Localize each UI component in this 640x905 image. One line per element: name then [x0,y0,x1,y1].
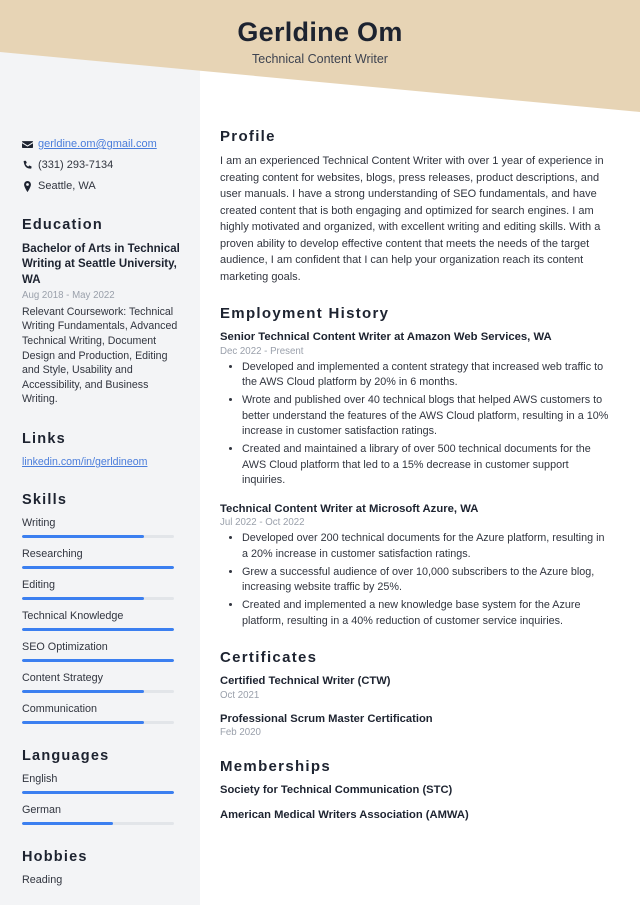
skill-bar-track [22,720,174,724]
job-bullet: Developed over 200 technical documents f… [242,531,612,562]
skill-label: Communication [22,702,98,715]
skill-bar-track [22,689,174,693]
links-heading: Links [22,431,66,448]
employment-section: Employment History Senior Technical Cont… [220,305,612,629]
job-date: Dec 2022 - Present [220,345,304,357]
map-pin-icon [22,180,38,192]
skill-bar-fill [22,596,144,600]
job-bullet-list: Developed and implemented a content stra… [220,360,612,489]
skill-bar-fill [22,689,144,693]
education-description: Relevant Coursework: Technical Writing F… [22,305,178,406]
certificate-date: Feb 2020 [220,727,261,739]
skill-bar-track [22,658,174,662]
skill-bar-fill [22,658,174,662]
languages-heading: Languages [22,747,110,764]
job-title: Technical Content Writer at Microsoft Az… [220,502,479,515]
skill-label: Editing [22,578,56,591]
certificate-date: Oct 2021 [220,689,260,701]
skills-list: Writing Researching Editing Technical Knowl… [22,517,186,724]
certificate-entry: Certified Technical Writer (CTW) Oct 2021 [220,674,612,701]
skill-bar-track [22,627,174,631]
job-bullet: Grew a successful audience of over 10,00… [242,565,612,596]
job-bullet: Created and implemented a new knowledge … [242,598,612,629]
job-bullet: Wrote and published over 40 technical bl… [242,393,612,440]
contact-row: Seattle, WA [22,180,186,194]
memberships-section: Memberships Society for Technical Commun… [220,758,612,822]
skill-label: Writing [22,517,56,530]
skill-bar-track [22,790,174,794]
skill-bar-track [22,534,174,538]
skill-bar-fill [22,720,144,724]
profile-heading: Profile [220,128,276,145]
education-heading: Education [22,217,103,234]
education-title: Bachelor of Arts in Technical Writing at… [22,243,180,286]
hobby-item: Reading [22,873,63,886]
skill-label: Researching [22,547,83,560]
skill-label: Content Strategy [22,671,104,684]
job-bullet-list: Developed over 200 technical documents f… [220,531,612,629]
certificates-list: Certified Technical Writer (CTW) Oct 2021… [220,674,612,738]
phone-icon [22,160,38,171]
contact-value[interactable]: gerldine.om@gmail.com [38,138,157,152]
languages-list: English German [22,773,186,825]
job-entry: Technical Content Writer at Microsoft Az… [220,502,612,630]
education-entry: Bachelor of Arts in Technical Writing at… [22,242,186,407]
main-column: Profile I am an experienced Technical Co… [200,0,640,843]
skill-item: German [22,804,186,825]
skill-label: English [22,772,58,785]
skill-bar-track [22,821,174,825]
skill-item: Technical Knowledge [22,610,186,631]
membership-item: Society for Technical Communication (STC… [220,784,453,797]
hobbies-list: Reading [22,874,186,886]
skill-item: English [22,773,186,794]
contact-value: Seattle, WA [38,179,96,192]
certificates-heading: Certificates [220,649,318,667]
job-title: Senior Technical Content Writer at Amazo… [220,331,552,343]
membership-item: American Medical Writers Association (AM… [220,809,469,821]
job-entry: Senior Technical Content Writer at Amazo… [220,330,612,489]
skill-label: German [22,803,62,816]
job-date: Jul 2022 - Oct 2022 [220,517,305,529]
education-date: Aug 2018 - May 2022 [22,289,115,301]
sidebar: gerldine.om@gmail.com (331) 293-7134 Seatt… [0,0,200,893]
contact-list: gerldine.om@gmail.com (331) 293-7134 Seatt… [22,138,186,193]
skill-item: Editing [22,579,186,600]
skill-item: Writing [22,517,186,538]
skill-item: SEO Optimization [22,641,186,662]
contact-row: (331) 293-7134 [22,159,186,173]
resume-page: Gerldine Om Technical Content Writer ger… [0,0,640,905]
skill-label: Technical Knowledge [22,609,124,622]
education-list: Bachelor of Arts in Technical Writing at… [22,242,186,407]
employment-heading: Employment History [220,305,390,322]
employment-list: Senior Technical Content Writer at Amazo… [220,330,612,629]
skill-bar-track [22,565,174,569]
job-bullet: Developed and implemented a content stra… [242,360,612,391]
skill-bar-fill [22,534,144,538]
sidebar-link[interactable]: linkedin.com/in/gerldineom [22,456,186,468]
profile-text: I am an experienced Technical Content Wr… [220,155,604,283]
envelope-icon [22,139,38,150]
certificates-section: Certificates Certified Technical Writer … [220,649,612,738]
certificate-title: Professional Scrum Master Certification [220,712,433,725]
skill-item: Communication [22,703,186,724]
contact-value: (331) 293-7134 [38,158,114,171]
certificate-title: Certified Technical Writer (CTW) [220,675,391,688]
skill-bar-fill [22,821,114,825]
skill-item: Content Strategy [22,672,186,693]
memberships-list: Society for Technical Communication (STC… [220,783,612,822]
skill-bar-track [22,596,174,600]
profile-section: Profile I am an experienced Technical Co… [220,128,612,285]
contact-row[interactable]: gerldine.om@gmail.com [22,138,186,152]
certificate-entry: Professional Scrum Master Certification F… [220,712,612,739]
memberships-heading: Memberships [220,758,331,776]
hobbies-heading: Hobbies [22,848,88,865]
skill-bar-fill [22,627,174,631]
links-list: linkedin.com/in/gerldineom [22,456,186,468]
skill-label: SEO Optimization [22,640,108,653]
skill-bar-fill [22,790,174,794]
skill-bar-fill [22,565,174,569]
skills-heading: Skills [22,492,68,509]
job-bullet: Created and maintained a library of over… [242,442,612,489]
skill-item: Researching [22,548,186,569]
